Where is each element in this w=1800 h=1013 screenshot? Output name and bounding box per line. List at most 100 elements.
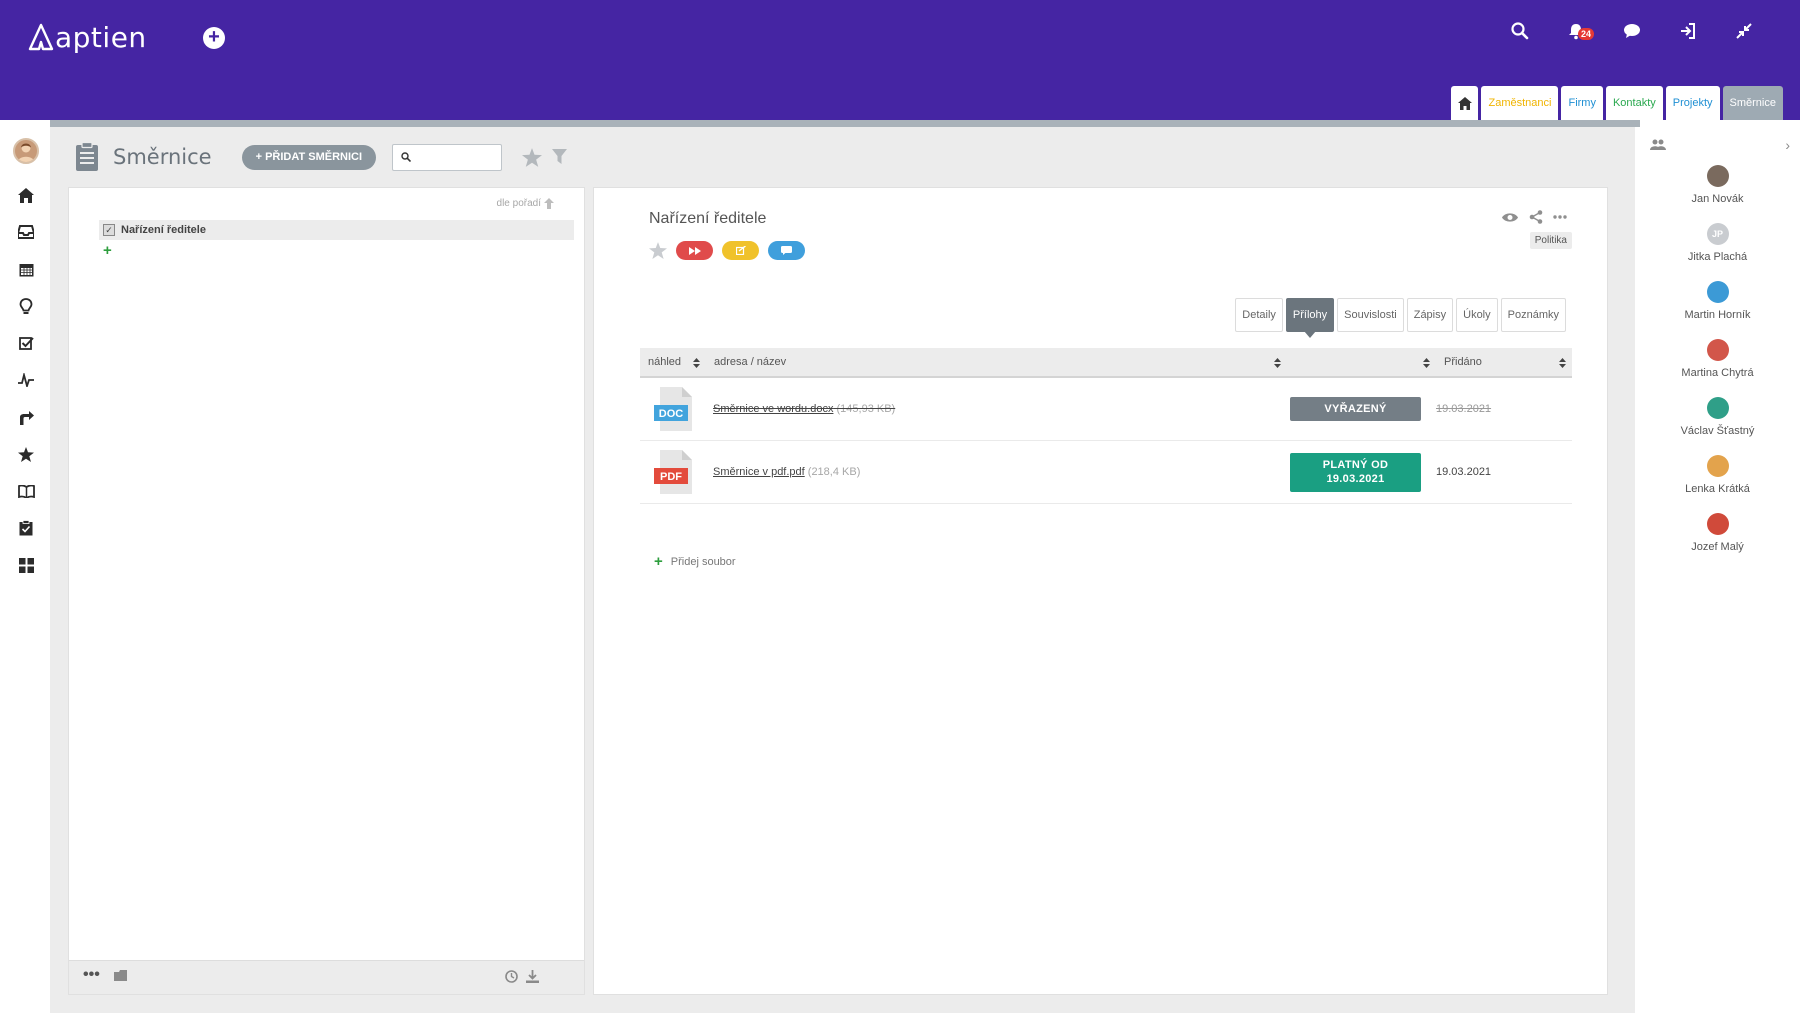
- folder-icon[interactable]: [114, 970, 127, 981]
- search-icon[interactable]: [1492, 18, 1548, 44]
- column-preview[interactable]: náhled: [640, 348, 706, 376]
- main-area: Směrnice + PŘIDAT SMĚRNICI dle pořadí ✓ …: [50, 127, 1635, 1013]
- logout-icon[interactable]: [1660, 18, 1716, 44]
- history-icon[interactable]: [505, 970, 518, 983]
- more-icon[interactable]: [1553, 215, 1567, 219]
- star-icon[interactable]: [17, 445, 35, 463]
- share-icon[interactable]: [1529, 210, 1543, 224]
- book-icon[interactable]: [17, 482, 35, 500]
- favorite-filter-icon[interactable]: [522, 147, 543, 167]
- tab-home[interactable]: [1451, 86, 1479, 120]
- search-input[interactable]: [415, 151, 496, 163]
- person-item[interactable]: Martin Horník: [1635, 281, 1800, 321]
- tab-details[interactable]: Detaily: [1235, 298, 1283, 332]
- person-item[interactable]: Václav Šťastný: [1635, 397, 1800, 437]
- checklist-icon: ✓: [103, 224, 115, 236]
- download-icon[interactable]: [526, 970, 539, 983]
- status-badge: VYŘAZENÝ: [1290, 397, 1421, 421]
- avatar: [1706, 339, 1729, 361]
- file-name: Směrnice ve wordu.docx (145,93 KB): [713, 403, 895, 415]
- tree-item-label: Nařízení ředitele: [121, 224, 206, 236]
- collapse-panel-icon[interactable]: ›: [1785, 137, 1790, 153]
- tab-records[interactable]: Zápisy: [1406, 298, 1454, 332]
- detail-title: Nařízení ředitele: [649, 210, 767, 227]
- arrow-up-icon: [544, 198, 554, 209]
- sort-icon: [1559, 358, 1566, 368]
- tab-employees[interactable]: Zaměstnanci: [1481, 86, 1559, 120]
- tab-relations[interactable]: Souvislosti: [1337, 298, 1404, 332]
- module-tabs: Zaměstnanci Firmy Kontakty Projekty Směr…: [1451, 86, 1783, 120]
- person-name: Václav Šťastný: [1680, 425, 1755, 437]
- tab-notes[interactable]: Poznámky: [1500, 298, 1566, 332]
- bell-icon[interactable]: 24: [1548, 18, 1604, 44]
- tab-projects[interactable]: Projekty: [1665, 86, 1720, 120]
- edit-square-icon: [735, 246, 746, 255]
- calendar-icon[interactable]: [17, 260, 35, 278]
- person-item[interactable]: JP Jitka Plachá: [1635, 223, 1800, 263]
- person-name: Martin Horník: [1684, 309, 1751, 321]
- tab-contacts[interactable]: Kontakty: [1605, 86, 1663, 120]
- column-name[interactable]: adresa / název: [706, 348, 1287, 376]
- pdf-file-icon[interactable]: PDF: [654, 450, 692, 494]
- sort-control[interactable]: dle pořadí: [497, 198, 554, 209]
- person-item[interactable]: Jozef Malý: [1635, 513, 1800, 553]
- app-logo[interactable]: aptien: [28, 20, 147, 54]
- star-icon[interactable]: [649, 242, 667, 259]
- file-type-label: DOC: [659, 408, 684, 420]
- doc-file-icon[interactable]: DOC: [654, 387, 692, 431]
- column-added[interactable]: Přidáno: [1436, 348, 1572, 376]
- tree-item[interactable]: ✓ Nařízení ředitele: [99, 220, 574, 240]
- added-date: 19.03.2021: [1436, 466, 1492, 478]
- search-field[interactable]: [392, 143, 503, 171]
- chat-icon[interactable]: [1604, 18, 1660, 44]
- task-button[interactable]: [722, 241, 759, 260]
- users-icon[interactable]: [1650, 139, 1666, 150]
- clipboard-icon[interactable]: [17, 519, 35, 537]
- add-directive-button[interactable]: + PŘIDAT SMĚRNICI: [241, 144, 377, 170]
- home-icon[interactable]: [17, 186, 35, 204]
- inbox-icon[interactable]: [17, 223, 35, 241]
- notification-badge: 24: [1578, 28, 1595, 40]
- person-item[interactable]: Jan Novák: [1635, 165, 1800, 205]
- global-add-button[interactable]: +: [203, 27, 225, 49]
- comment-button[interactable]: [768, 241, 805, 260]
- column-label: Přidáno: [1444, 356, 1482, 368]
- file-link[interactable]: Směrnice ve wordu.docx: [713, 403, 833, 415]
- tab-attachments[interactable]: Přílohy: [1285, 298, 1335, 338]
- user-avatar[interactable]: [13, 138, 39, 164]
- tab-tasks[interactable]: Úkoly: [1456, 298, 1498, 332]
- home-icon: [1457, 96, 1472, 110]
- search-icon: [401, 152, 412, 162]
- detail-header-tools: [1501, 210, 1567, 224]
- tree-footer: •••: [69, 960, 584, 994]
- file-link[interactable]: Směrnice v pdf.pdf: [713, 466, 805, 478]
- bulb-icon[interactable]: [17, 297, 35, 315]
- page-title: Směrnice: [113, 145, 212, 169]
- more-icon[interactable]: •••: [83, 966, 100, 984]
- person-item[interactable]: Martina Chytrá: [1635, 339, 1800, 379]
- logo-text: aptien: [55, 20, 147, 54]
- directions-icon[interactable]: [17, 408, 35, 426]
- checklist-icon[interactable]: [17, 334, 35, 352]
- tab-companies[interactable]: Firmy: [1561, 86, 1603, 120]
- person-name: Martina Chytrá: [1681, 367, 1754, 379]
- compress-icon[interactable]: [1716, 18, 1772, 44]
- forward-button[interactable]: [676, 241, 713, 260]
- pulse-icon[interactable]: [17, 371, 35, 389]
- logo-icon: [28, 23, 54, 51]
- eye-icon[interactable]: [1501, 212, 1519, 223]
- tab-directives[interactable]: Směrnice: [1722, 86, 1783, 120]
- person-item[interactable]: Lenka Krátká: [1635, 455, 1800, 495]
- directive-detail-panel: Nařízení ředitele Politika Detaily Přílo…: [593, 187, 1608, 995]
- status-line: PLATNÝ OD: [1322, 458, 1389, 471]
- person-name: Jitka Plachá: [1687, 251, 1748, 263]
- filter-icon[interactable]: [552, 149, 568, 165]
- avatar: [1706, 397, 1729, 419]
- plus-icon: +: [654, 553, 663, 570]
- column-status[interactable]: [1287, 348, 1436, 376]
- sort-label: dle pořadí: [496, 198, 541, 209]
- grid-icon[interactable]: [17, 556, 35, 574]
- add-tree-item-button[interactable]: +: [103, 242, 112, 259]
- column-label: adresa / název: [714, 356, 787, 368]
- add-file-button[interactable]: + Přidej soubor: [654, 553, 736, 570]
